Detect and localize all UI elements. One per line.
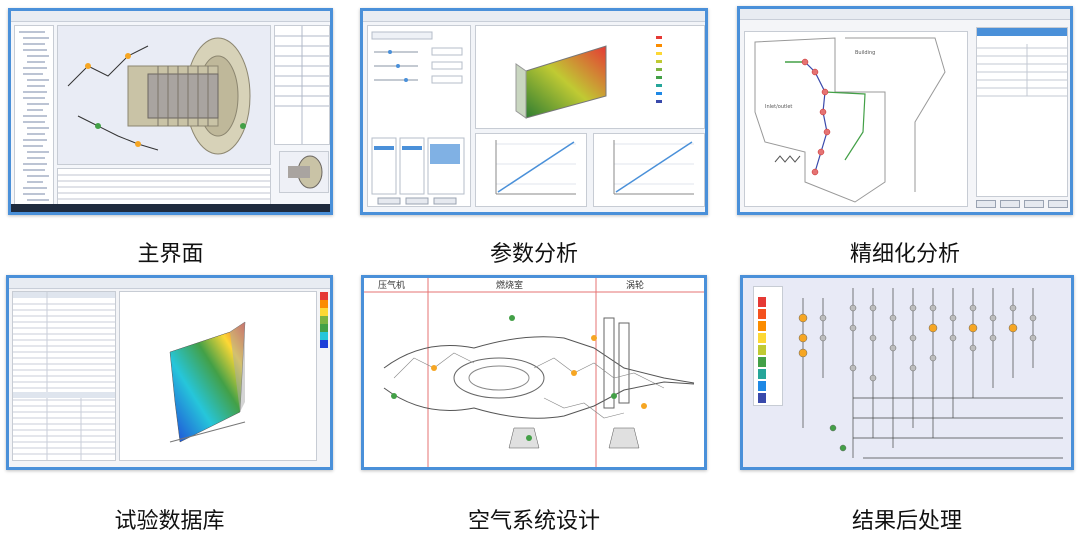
line-chart-left[interactable] <box>475 133 587 207</box>
caption-refined-analysis: 精细化分析 <box>849 242 960 267</box>
diagram-label-inlet: Inlet/outlet <box>765 104 792 110</box>
engine-model-graphic <box>67 37 251 155</box>
thumbnail-viewport[interactable] <box>279 151 329 193</box>
parameter-input-panel[interactable] <box>367 25 471 207</box>
air-system-diagram: 压气机 燃烧室 涡轮 <box>364 278 704 467</box>
line-chart-right[interactable] <box>593 133 705 207</box>
diagram-label-building: Building <box>855 50 875 56</box>
dialog-table <box>977 44 1067 97</box>
refined-analysis-screenshot[interactable]: Building Inlet/outlet <box>737 6 1073 215</box>
response-surface-chart[interactable] <box>475 25 705 129</box>
window-titlebar <box>363 11 705 22</box>
network-canvas[interactable]: Building Inlet/outlet <box>744 31 968 207</box>
properties-dialog[interactable] <box>976 27 1068 197</box>
line-chart-right-graphic <box>613 140 694 195</box>
caption-air-system-design: 空气系统设计 <box>467 509 600 534</box>
section-label-combustor: 燃烧室 <box>496 279 523 291</box>
section-label-turbine: 涡轮 <box>626 279 644 291</box>
dialog-header <box>977 28 1067 36</box>
network-diagram-graphic: Building Inlet/outlet <box>754 37 946 203</box>
response-surface-graphic <box>515 36 662 119</box>
caption-result-postprocessing: 结果后处理 <box>851 509 962 534</box>
test-database-screenshot[interactable] <box>6 275 333 470</box>
3d-engine-viewport[interactable] <box>57 25 271 165</box>
dialog-button-1[interactable] <box>976 200 996 208</box>
main-interface-screenshot[interactable] <box>8 8 333 215</box>
3d-surface-graphic <box>169 321 246 443</box>
output-log-panel[interactable] <box>57 168 271 206</box>
result-postprocessing-screenshot[interactable] <box>740 275 1074 470</box>
caption-parameter-analysis: 参数分析 <box>489 242 578 267</box>
dialog-button-4[interactable] <box>1048 200 1068 208</box>
window-titlebar <box>9 278 330 289</box>
slider-controls <box>371 31 465 205</box>
dialog-button-3[interactable] <box>1024 200 1044 208</box>
log-rows <box>58 174 270 200</box>
line-chart-left-graphic <box>495 140 576 195</box>
tree-lines <box>19 31 49 201</box>
parameter-analysis-screenshot[interactable] <box>360 8 708 215</box>
color-legend <box>320 292 328 352</box>
attribute-table[interactable] <box>12 291 116 461</box>
property-panel[interactable] <box>274 25 330 145</box>
window-titlebar <box>740 9 1070 20</box>
tree-panel[interactable] <box>14 25 54 208</box>
section-label-compressor: 压气机 <box>378 279 405 291</box>
thumbnail-engine-graphic <box>288 155 323 189</box>
window-titlebar <box>11 11 330 22</box>
3d-surface-plot[interactable] <box>119 291 317 461</box>
taskbar[interactable] <box>11 204 330 212</box>
bottom-button-bar <box>970 200 1068 208</box>
caption-test-database: 试验数据库 <box>114 509 225 534</box>
property-rows <box>275 26 329 144</box>
air-system-screenshot[interactable]: 压气机 燃烧室 涡轮 <box>361 275 707 470</box>
dialog-button-2[interactable] <box>1000 200 1020 208</box>
attribute-table-rows <box>13 292 115 460</box>
caption-main-interface: 主界面 <box>137 242 204 267</box>
result-network-graphic <box>798 288 1063 459</box>
